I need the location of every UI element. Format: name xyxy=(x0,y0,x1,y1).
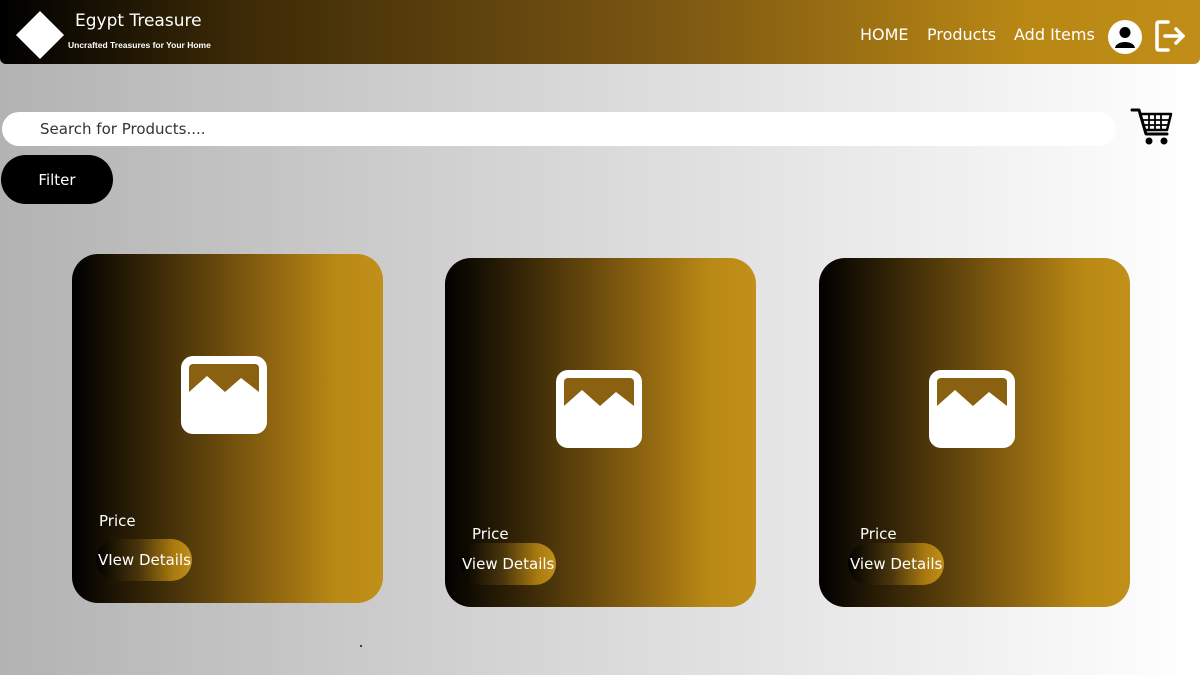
stray-dot xyxy=(360,645,362,647)
search-input[interactable] xyxy=(2,112,1116,146)
nav-products-link[interactable]: Products xyxy=(927,25,996,44)
image-placeholder-icon xyxy=(929,370,1015,448)
product-card: Price View Details xyxy=(445,258,756,607)
product-price: Price xyxy=(860,525,897,543)
logout-icon[interactable] xyxy=(1155,19,1187,53)
image-placeholder-icon xyxy=(181,356,267,434)
diamond-logo-icon[interactable] xyxy=(15,10,65,60)
brand-tagline: Uncrafted Treasures for Your Home xyxy=(68,40,211,50)
product-price: Price xyxy=(99,512,136,530)
user-avatar-icon[interactable] xyxy=(1108,20,1142,54)
brand-title: Egypt Treasure xyxy=(75,11,202,31)
nav-add-items-link[interactable]: Add Items xyxy=(1014,25,1095,44)
image-placeholder-icon xyxy=(556,370,642,448)
shopping-cart-icon[interactable] xyxy=(1130,106,1174,148)
top-navbar: Egypt Treasure Uncrafted Treasures for Y… xyxy=(0,0,1200,64)
product-price: Price xyxy=(472,525,509,543)
product-card: Price View Details xyxy=(819,258,1130,607)
view-details-button[interactable]: VIew Details xyxy=(96,539,192,581)
view-details-button[interactable]: View Details xyxy=(460,543,556,585)
filter-button[interactable]: Filter xyxy=(1,155,113,204)
product-card: Price VIew Details xyxy=(72,254,383,603)
view-details-button[interactable]: View Details xyxy=(848,543,944,585)
nav-home-link[interactable]: HOME xyxy=(860,25,909,44)
